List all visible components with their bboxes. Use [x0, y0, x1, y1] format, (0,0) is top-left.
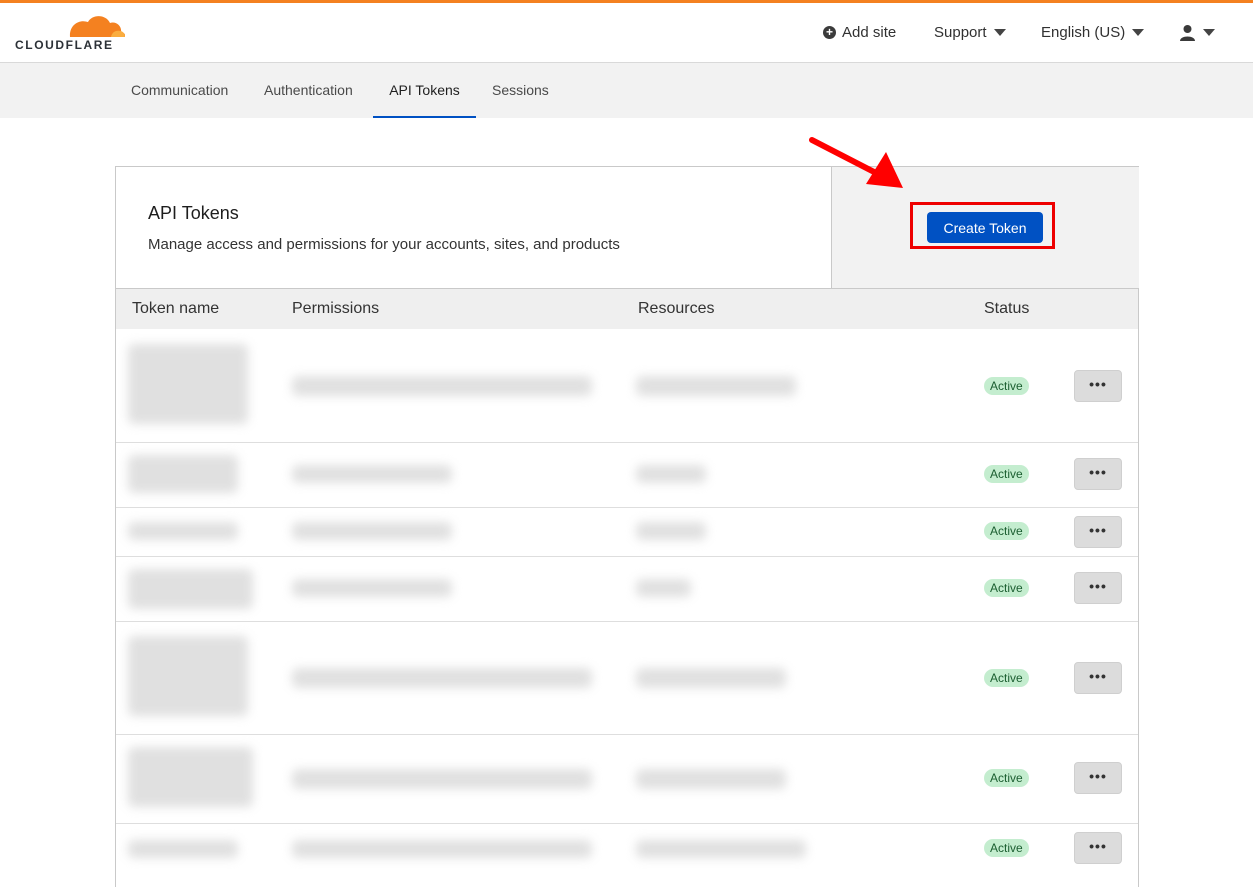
redacted-permissions	[292, 522, 452, 540]
user-icon	[1180, 25, 1195, 41]
redacted-resources	[636, 376, 796, 396]
create-token-button[interactable]: Create Token	[927, 212, 1043, 243]
redacted-permissions	[292, 579, 452, 597]
status-badge: Active	[984, 377, 1029, 395]
row-menu-button[interactable]: •••	[1074, 370, 1122, 402]
table-row: Active •••	[116, 557, 1138, 622]
cloud-icon	[69, 16, 125, 37]
column-header-token-name: Token name	[132, 300, 220, 317]
redacted-resources	[636, 769, 786, 789]
column-header-permissions: Permissions	[292, 300, 380, 317]
row-menu-button[interactable]: •••	[1074, 832, 1122, 864]
page-subtitle: Manage access and permissions for your a…	[148, 236, 620, 253]
redacted-token-name	[128, 840, 238, 858]
status-badge: Active	[984, 769, 1029, 787]
redacted-token-name	[128, 344, 248, 424]
redacted-resources	[636, 668, 786, 688]
status-badge: Active	[984, 522, 1029, 540]
redacted-resources	[636, 522, 706, 540]
table-header: Token name Permissions Resources Status	[116, 289, 1138, 329]
tab-communication[interactable]: Communication	[131, 63, 228, 118]
status-badge: Active	[984, 839, 1029, 857]
brand-name: CLOUDFLARE	[15, 38, 114, 52]
status-badge: Active	[984, 579, 1029, 597]
header: CLOUDFLARE + Add site Support English (U…	[0, 3, 1253, 63]
redacted-token-name	[128, 455, 238, 493]
column-header-resources: Resources	[638, 300, 715, 317]
row-menu-button[interactable]: •••	[1074, 662, 1122, 694]
add-site-label: Add site	[842, 24, 897, 41]
status-badge: Active	[984, 669, 1029, 687]
row-menu-button[interactable]: •••	[1074, 572, 1122, 604]
add-site-button[interactable]: + Add site	[823, 24, 896, 41]
support-label: Support	[934, 24, 987, 41]
tab-authentication[interactable]: Authentication	[264, 63, 353, 118]
language-label: English (US)	[1041, 24, 1126, 41]
account-subnav: Communication Authentication API Tokens …	[0, 63, 1253, 118]
table-row: Active •••	[116, 622, 1138, 735]
tab-api-tokens[interactable]: API Tokens	[373, 63, 476, 118]
card-header: API Tokens Manage access and permissions…	[116, 167, 1139, 289]
redacted-token-name	[128, 747, 253, 807]
redacted-token-name	[128, 569, 253, 609]
redacted-permissions	[292, 668, 592, 688]
annotation-arrow-icon	[809, 137, 903, 188]
redacted-permissions	[292, 840, 592, 858]
chevron-down-icon	[1203, 29, 1215, 36]
tab-sessions[interactable]: Sessions	[492, 63, 549, 118]
redacted-token-name	[128, 522, 238, 540]
redacted-permissions	[292, 769, 592, 789]
plus-icon: +	[823, 26, 836, 39]
user-menu[interactable]	[1179, 24, 1215, 41]
row-menu-button[interactable]: •••	[1074, 516, 1122, 548]
table-row: Active •••	[116, 443, 1138, 508]
table-row: Active •••	[116, 508, 1138, 557]
language-dropdown[interactable]: English (US)	[1041, 24, 1145, 41]
cloudflare-logo[interactable]: CLOUDFLARE	[15, 13, 125, 55]
column-header-status: Status	[984, 300, 1030, 317]
support-dropdown[interactable]: Support	[934, 24, 1006, 41]
redacted-permissions	[292, 376, 592, 396]
page-title: API Tokens	[148, 203, 239, 223]
redacted-resources	[636, 579, 691, 597]
api-tokens-card: API Tokens Manage access and permissions…	[115, 166, 1139, 887]
redacted-resources	[636, 465, 706, 483]
row-menu-button[interactable]: •••	[1074, 458, 1122, 490]
table-row: Active •••	[116, 735, 1138, 824]
chevron-down-icon	[1132, 29, 1145, 36]
redacted-permissions	[292, 465, 452, 483]
table-row: Active •••	[116, 824, 1138, 884]
table-row: Active •••	[116, 330, 1138, 443]
redacted-resources	[636, 840, 806, 858]
row-menu-button[interactable]: •••	[1074, 762, 1122, 794]
status-badge: Active	[984, 465, 1029, 483]
redacted-token-name	[128, 636, 248, 716]
chevron-down-icon	[993, 29, 1006, 36]
